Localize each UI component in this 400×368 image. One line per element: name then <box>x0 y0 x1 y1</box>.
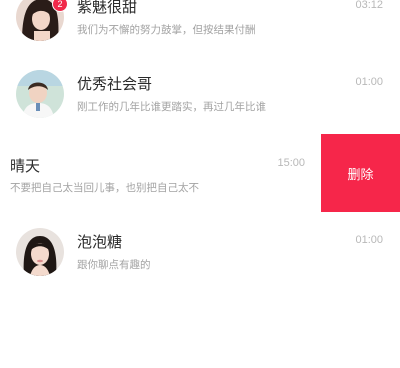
message-preview: 刚工作的几年比谁更踏实，再过几年比谁 <box>77 101 266 113</box>
message-preview: 不要把自己太当回儿事，也别把自己太不 <box>10 182 199 194</box>
avatar[interactable] <box>16 228 64 276</box>
unread-badge: 2 <box>52 0 68 12</box>
conversation-item[interactable]: 优秀社会哥 刚工作的几年比谁更踏实，再过几年比谁 01:00 <box>0 55 400 133</box>
conversation-item-content[interactable]: 晴天 不要把自己太当回儿事，也别把自己太不 15:00 <box>0 134 320 212</box>
contact-name: 晴天 <box>10 157 41 175</box>
delete-button[interactable]: 删除 <box>321 134 400 212</box>
conversation-list: 2 紫魅很甜 我们为不懈的努力鼓掌，但按结果付酬 03:12 优秀社会哥 刚工作… <box>0 0 400 368</box>
contact-name: 泡泡糖 <box>77 233 123 251</box>
message-time: 03:12 <box>355 0 383 11</box>
contact-name: 优秀社会哥 <box>77 75 153 93</box>
conversation-item[interactable]: 2 紫魅很甜 我们为不懈的努力鼓掌，但按结果付酬 03:12 <box>0 0 400 56</box>
avatar[interactable] <box>16 70 64 118</box>
conversation-item[interactable]: 泡泡糖 跟你聊点有趣的 01:00 <box>0 213 400 291</box>
message-time: 01:00 <box>355 234 383 246</box>
message-time: 01:00 <box>355 76 383 88</box>
conversation-item-swiped[interactable]: 晴天 不要把自己太当回儿事，也别把自己太不 15:00 删除 <box>0 134 400 212</box>
message-preview: 跟你聊点有趣的 <box>77 259 151 271</box>
message-preview: 我们为不懈的努力鼓掌，但按结果付酬 <box>77 24 256 36</box>
contact-name: 紫魅很甜 <box>77 0 138 16</box>
message-time: 15:00 <box>277 157 305 169</box>
